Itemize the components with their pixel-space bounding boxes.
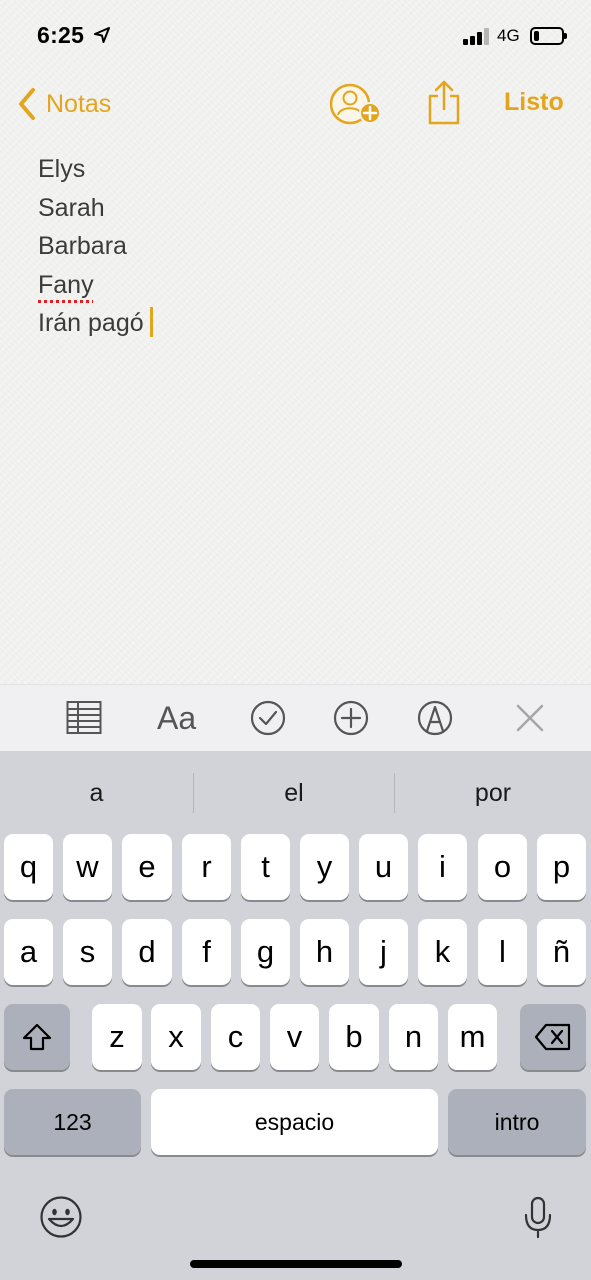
emoji-icon[interactable] [39,1195,83,1239]
space-key[interactable]: espacio [151,1089,438,1155]
key[interactable]: h [300,919,349,985]
battery-level [534,31,539,41]
key[interactable]: g [241,919,290,985]
note-line[interactable]: Barbara [38,227,558,266]
share-icon[interactable] [427,79,461,125]
shift-key[interactable] [4,1004,70,1070]
key[interactable]: ñ [537,919,586,985]
backspace-key[interactable] [520,1004,586,1070]
checklist-icon[interactable] [249,699,287,737]
battery-icon [530,27,567,45]
key[interactable]: z [92,1004,142,1070]
chevron-left-icon [19,88,35,120]
key[interactable]: q [4,834,53,900]
key[interactable]: c [211,1004,260,1070]
note-line-text[interactable]: Irán pagó [38,309,144,337]
return-key[interactable]: intro [448,1089,586,1155]
key[interactable]: o [478,834,527,900]
key[interactable]: u [359,834,408,900]
misspelled-word[interactable]: Fany [38,271,94,299]
microphone-icon[interactable] [522,1195,554,1239]
numbers-key[interactable]: 123 [4,1089,141,1155]
key[interactable]: t [241,834,290,900]
key[interactable]: v [270,1004,319,1070]
text-cursor [149,307,153,338]
note-line[interactable]: Elys [38,150,558,189]
text-style-icon[interactable]: Aa [157,699,196,737]
table-icon[interactable] [66,699,102,737]
note-editor[interactable]: Elys Sarah Barbara Fany Irán pagó [38,150,558,343]
key[interactable]: j [359,919,408,985]
key[interactable]: m [448,1004,497,1070]
key[interactable]: a [4,919,53,985]
predictive-bar: a el por [0,751,591,835]
key[interactable]: s [63,919,112,985]
format-toolbar: Aa [0,684,591,751]
key[interactable]: y [300,834,349,900]
location-arrow-icon [94,27,110,43]
key[interactable]: e [122,834,172,900]
note-line-misspelled[interactable]: Fany [38,266,558,305]
status-time: 6:25 [37,22,85,48]
key[interactable]: f [182,919,231,985]
key[interactable]: n [389,1004,438,1070]
keyboard: a el por q w e r t y u i o p a s d f g h… [0,751,591,1280]
suggestion[interactable]: a [0,773,193,813]
cellular-signal-icon [463,28,491,45]
status-bar: 6:25 4G [0,0,591,70]
note-line[interactable]: Irán pagó [38,304,558,343]
suggestion[interactable]: por [395,773,591,813]
close-icon[interactable] [514,699,546,737]
back-button[interactable]: Notas [16,86,111,122]
home-indicator[interactable] [190,1260,402,1268]
add-person-icon[interactable] [330,82,382,126]
key[interactable]: k [418,919,467,985]
note-line[interactable]: Sarah [38,189,558,228]
key[interactable]: w [63,834,112,900]
key[interactable]: r [182,834,231,900]
key[interactable]: d [122,919,172,985]
done-button[interactable]: Listo [504,88,564,117]
add-icon[interactable] [332,699,370,737]
shift-icon [22,1023,52,1051]
backspace-icon [534,1023,571,1051]
key[interactable]: i [418,834,467,900]
back-button-label: Notas [46,89,112,118]
key[interactable]: x [151,1004,201,1070]
network-type: 4G [497,26,520,45]
markup-icon[interactable] [416,699,454,737]
suggestion[interactable]: el [194,773,394,813]
key[interactable]: b [329,1004,379,1070]
key[interactable]: l [478,919,527,985]
key[interactable]: p [537,834,586,900]
